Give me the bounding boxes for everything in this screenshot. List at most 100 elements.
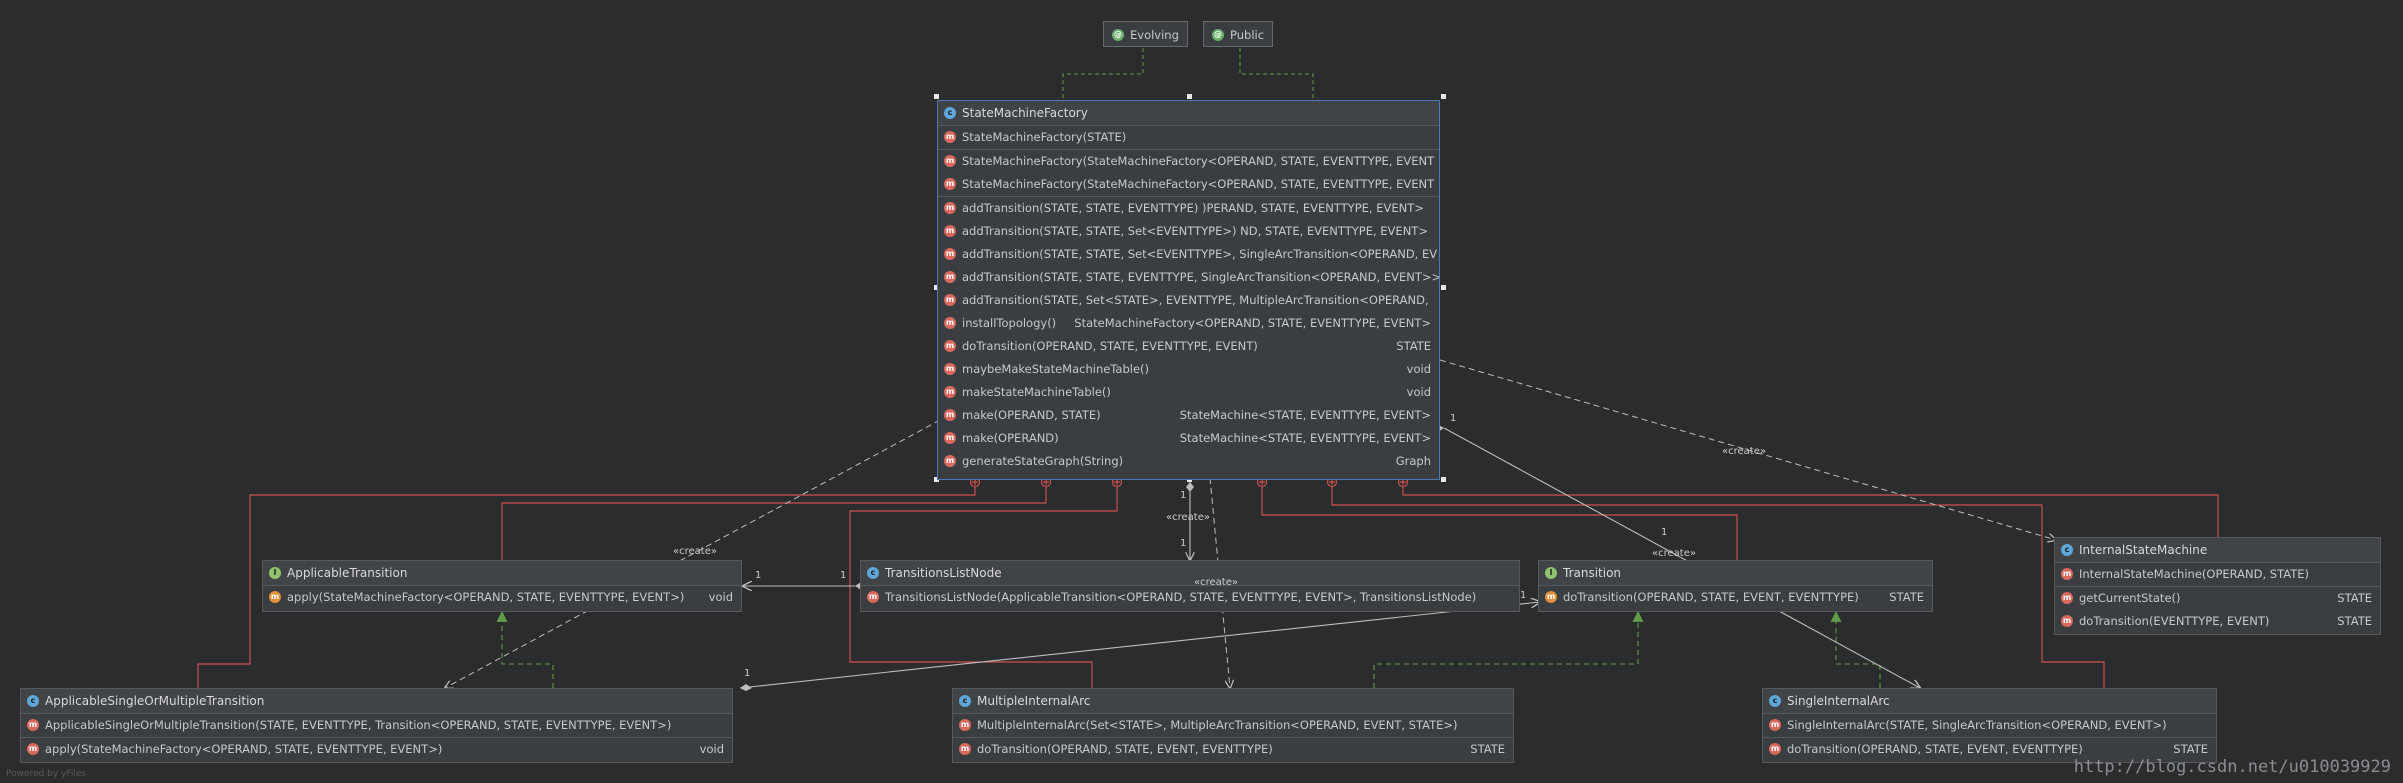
- method-icon: m: [1769, 742, 1781, 755]
- class-applicable-transition[interactable]: I ApplicableTransition m apply(StateMachin…: [262, 560, 742, 612]
- multiplicity-label: 1: [1180, 490, 1187, 501]
- class-header: c MultipleInternalArc: [953, 689, 1513, 714]
- annotation-icon: @: [1112, 28, 1124, 41]
- member-row[interactable]: m apply(StateMachineFactory<OPERAND, STAT…: [263, 586, 741, 609]
- selection-handle[interactable]: [1187, 94, 1192, 99]
- member-row[interactable]: m StateMachineFactory(StateMachineFactory…: [938, 173, 1439, 196]
- multiplicity-label: 1: [1520, 590, 1527, 601]
- member-row[interactable]: m doTransition(EVENTTYPE, EVENT) STATE: [2055, 610, 2380, 633]
- class-header: c InternalStateMachine: [2055, 538, 2380, 563]
- member-signature: StateMachineFactory(StateMachineFactory<…: [962, 177, 1435, 191]
- selection-handle[interactable]: [1441, 285, 1446, 290]
- selection-handle[interactable]: [1441, 477, 1446, 482]
- method-icon: m: [2061, 591, 2073, 604]
- class-header: c SingleInternalArc: [1763, 689, 2216, 714]
- member-signature: addTransition(STATE, STATE, Set<EVENTTYP…: [962, 224, 1428, 238]
- method-icon: m: [2061, 614, 2073, 627]
- method-icon: m: [959, 742, 971, 755]
- class-internal-state-machine[interactable]: c InternalStateMachine m InternalStateMach…: [2054, 537, 2381, 635]
- method-icon: m: [944, 454, 956, 467]
- member-row[interactable]: m InternalStateMachine(OPERAND, STATE): [2055, 563, 2380, 586]
- edge-label-create: «create»: [1652, 548, 1696, 559]
- method-icon: m: [944, 224, 956, 237]
- class-header: I ApplicableTransition: [263, 561, 741, 586]
- member-signature: addTransition(STATE, STATE, Set<EVENTTYP…: [962, 247, 1438, 261]
- class-icon: c: [2061, 543, 2073, 556]
- class-icon: c: [27, 694, 39, 707]
- class-state-machine-factory[interactable]: c StateMachineFactory m StateMachineFactor…: [937, 100, 1440, 480]
- member-return-type: StateMachine<STATE, EVENTTYPE, EVENT>: [1179, 431, 1431, 445]
- annotation-icon: @: [1212, 28, 1224, 41]
- method-icon: m: [944, 177, 956, 190]
- class-single-internal-arc[interactable]: c SingleInternalArc m SingleInternalArc(ST…: [1762, 688, 2217, 763]
- member-row[interactable]: m makeStateMachineTable() void: [938, 381, 1439, 404]
- member-signature: make(OPERAND, STATE): [962, 408, 1101, 422]
- edge-label-create: «create»: [1166, 512, 1210, 523]
- member-signature: installTopology(): [962, 316, 1057, 330]
- multiplicity-label: 1: [1180, 538, 1187, 549]
- multiplicity-label: 1: [755, 570, 762, 581]
- class-transitions-list-node[interactable]: c TransitionsListNode m TransitionsListNod…: [860, 560, 1520, 612]
- member-row[interactable]: m make(OPERAND) StateMachine<STATE, EVENTT…: [938, 427, 1439, 450]
- method-icon: m: [944, 201, 956, 214]
- member-row[interactable]: m addTransition(STATE, Set<STATE>, EVENTT…: [938, 289, 1439, 312]
- member-row[interactable]: m getCurrentState() STATE: [2055, 586, 2380, 610]
- member-row[interactable]: m addTransition(STATE, STATE, EVENTTYPE) …: [938, 196, 1439, 220]
- member-row[interactable]: m StateMachineFactory(StateMachineFactory…: [938, 149, 1439, 173]
- member-signature: StateMachineFactory(StateMachineFactory<…: [962, 154, 1435, 168]
- interface-icon: I: [1545, 566, 1557, 579]
- member-row[interactable]: m MultipleInternalArc(Set<STATE>, Multipl…: [953, 714, 1513, 737]
- member-row[interactable]: m make(OPERAND, STATE) StateMachine<STATE,…: [938, 404, 1439, 427]
- member-signature: maybeMakeStateMachineTable(): [962, 362, 1150, 376]
- member-signature: makeStateMachineTable(): [962, 385, 1111, 399]
- class-header: c ApplicableSingleOrMultipleTransition: [21, 689, 732, 714]
- member-return-type: void: [1406, 385, 1431, 399]
- member-row[interactable]: m doTransition(OPERAND, STATE, EVENT, EVE…: [953, 737, 1513, 761]
- member-row[interactable]: m apply(StateMachineFactory<OPERAND, STAT…: [21, 737, 732, 761]
- class-header: c TransitionsListNode: [861, 561, 1519, 586]
- member-signature: StateMachineFactory(STATE): [962, 130, 1127, 144]
- member-row[interactable]: m addTransition(STATE, STATE, Set<EVENTTY…: [938, 220, 1439, 243]
- member-signature: addTransition(STATE, STATE, EVENTTYPE) )…: [962, 201, 1424, 215]
- method-icon: m: [944, 247, 956, 260]
- member-row[interactable]: m doTransition(OPERAND, STATE, EVENTTYPE,…: [938, 335, 1439, 358]
- member-row[interactable]: m doTransition(OPERAND, STATE, EVENT, EVE…: [1539, 586, 1932, 609]
- class-multiple-internal-arc[interactable]: c MultipleInternalArc m MultipleInternalAr…: [952, 688, 1514, 763]
- method-icon: m: [944, 154, 956, 167]
- method-icon: m: [944, 293, 956, 306]
- member-return-type: void: [1406, 362, 1431, 376]
- tag-evolving[interactable]: @ Evolving: [1103, 21, 1188, 47]
- edge-label-create: «create»: [1194, 577, 1238, 588]
- member-row[interactable]: m ApplicableSingleOrMultipleTransition(ST…: [21, 714, 732, 737]
- method-icon: m: [944, 431, 956, 444]
- interface-icon: I: [269, 566, 281, 579]
- watermark: http://blog.csdn.net/u010039929: [2073, 757, 2391, 777]
- member-row[interactable]: m SingleInternalArc(STATE, SingleArcTrans…: [1763, 714, 2216, 737]
- class-transition[interactable]: I Transition m doTransition(OPERAND, STATE…: [1538, 560, 1933, 612]
- member-row[interactable]: m maybeMakeStateMachineTable() void: [938, 358, 1439, 381]
- member-row[interactable]: m TransitionsListNode(ApplicableTransitio…: [861, 586, 1519, 609]
- method-icon: m: [944, 385, 956, 398]
- member-row[interactable]: m addTransition(STATE, STATE, EVENTTYPE, …: [938, 266, 1439, 289]
- edge-label-create: «create»: [673, 546, 717, 557]
- powered-by-label: Powered by yFiles: [6, 769, 87, 779]
- member-row[interactable]: m installTopology() StateMachineFactory<OP…: [938, 312, 1439, 335]
- tag-public[interactable]: @ Public: [1203, 21, 1274, 47]
- method-icon: m: [944, 408, 956, 421]
- member-row[interactable]: m addTransition(STATE, STATE, Set<EVENTTY…: [938, 243, 1439, 266]
- member-row[interactable]: m StateMachineFactory(STATE): [938, 126, 1439, 149]
- method-icon: m: [27, 718, 39, 731]
- class-header: I Transition: [1539, 561, 1932, 586]
- class-icon: c: [944, 106, 956, 119]
- member-signature: generateStateGraph(String): [962, 454, 1124, 468]
- class-applicable-single-or-multiple-transition[interactable]: c ApplicableSingleOrMultipleTransition mA…: [20, 688, 733, 763]
- method-icon: m: [867, 590, 879, 603]
- member-signature: doTransition(OPERAND, STATE, EVENTTYPE, …: [962, 339, 1258, 353]
- member-signature: addTransition(STATE, Set<STATE>, EVENTTY…: [962, 293, 1429, 307]
- selection-handle[interactable]: [934, 94, 939, 99]
- multiplicity-label: 1: [1450, 413, 1457, 424]
- method-icon: m: [944, 362, 956, 375]
- selection-handle[interactable]: [1441, 94, 1446, 99]
- member-row[interactable]: m generateStateGraph(String) Graph: [938, 450, 1439, 473]
- method-icon: m: [959, 718, 971, 731]
